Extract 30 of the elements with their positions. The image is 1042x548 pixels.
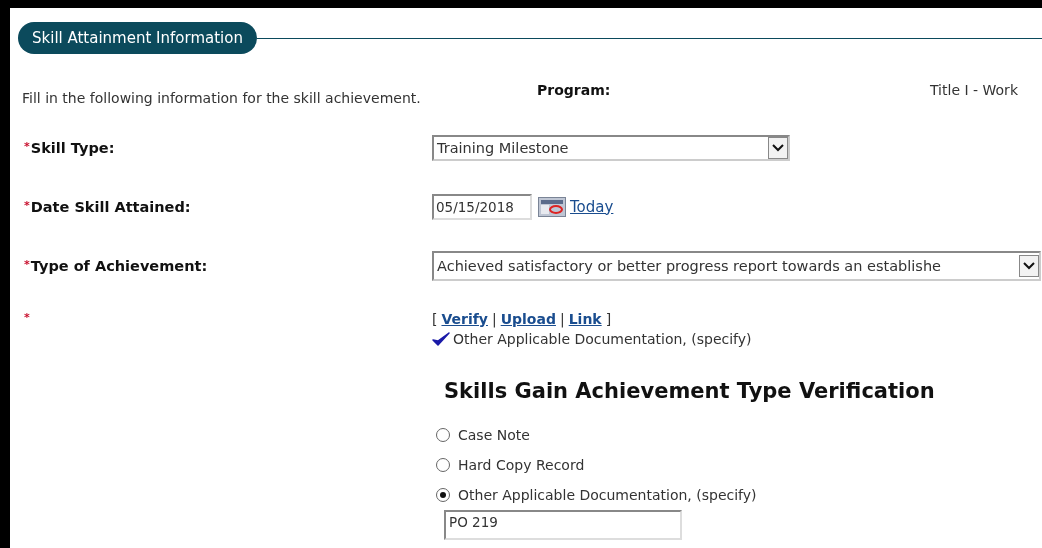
required-marker: * (24, 257, 30, 271)
separator: | (559, 311, 565, 327)
option-label: Case Note (458, 427, 530, 443)
option-label: Hard Copy Record (458, 457, 585, 473)
option-label: Other Applicable Documentation, (specify) (458, 487, 757, 503)
verified-document: Other Applicable Documentation, (specify) (453, 331, 752, 347)
dropdown[interactable]: Achieved satisfactory or better progress report towards an establishe (432, 250, 1041, 281)
field-label: Date Skill Attained: (30, 198, 191, 215)
required-marker: * (24, 311, 30, 324)
document-link[interactable]: Link (568, 311, 602, 327)
section-title: Skill Attainment Information (18, 22, 257, 54)
document-link[interactable]: Verify (441, 311, 488, 327)
document-link[interactable]: Upload (500, 311, 556, 327)
instruction-text: Fill in the following information for the skill achievement. (22, 90, 422, 106)
program-value: Title I - Work (930, 82, 1018, 98)
today-link[interactable]: Today (570, 197, 614, 216)
section-heading: Skills Gain Achievement Type Verification (444, 379, 935, 403)
separator: | (491, 311, 497, 327)
field-label: Type of Achievement: (30, 257, 208, 274)
required-marker: * (24, 198, 30, 212)
field-label: Skill Type: (30, 139, 115, 156)
checkmark-icon (432, 332, 450, 346)
specify-field[interactable]: PO 219 (444, 510, 682, 540)
bracket: [ (432, 311, 438, 327)
program-label: Program: (537, 82, 612, 98)
bracket: ] (605, 311, 612, 327)
dropdown[interactable]: Training Milestone (432, 134, 790, 161)
required-marker: * (24, 139, 30, 153)
date-field[interactable]: 05/15/2018 (432, 193, 532, 220)
calendar-icon[interactable] (538, 196, 566, 217)
